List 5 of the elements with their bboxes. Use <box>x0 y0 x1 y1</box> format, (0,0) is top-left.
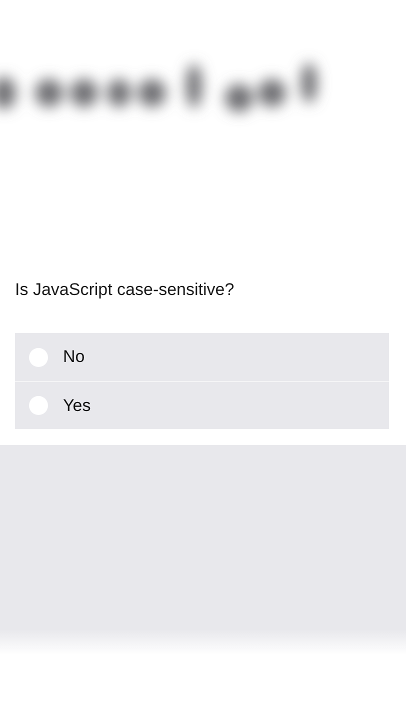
option-label: Yes <box>63 396 91 416</box>
question-text: Is JavaScript case-sensitive? <box>15 279 236 301</box>
answer-option[interactable]: Yes <box>15 381 389 429</box>
option-label: No <box>63 347 85 367</box>
answer-option[interactable]: No <box>15 333 389 381</box>
